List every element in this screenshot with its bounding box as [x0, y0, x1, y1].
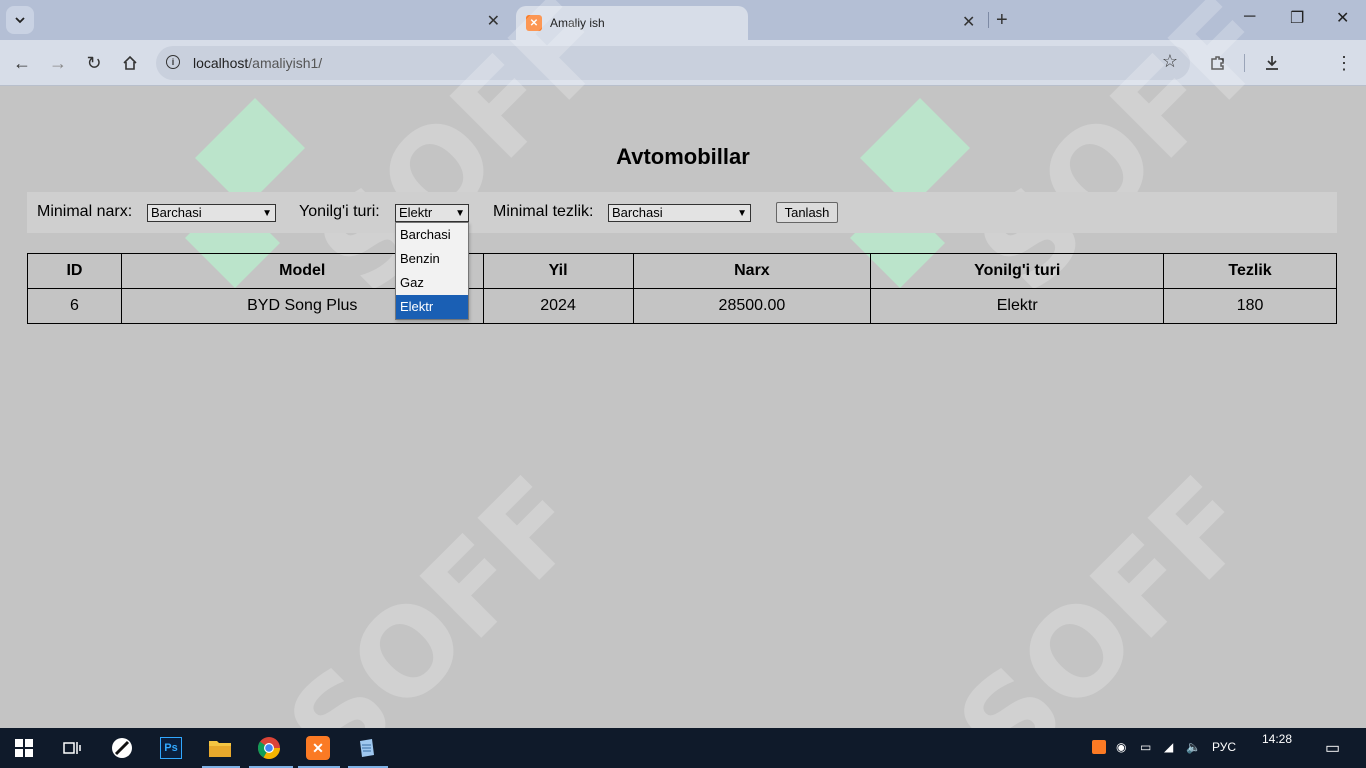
tab-separator	[988, 12, 989, 28]
new-tab-icon[interactable]: +	[996, 9, 1008, 32]
language-indicator[interactable]: РУС	[1212, 740, 1236, 754]
menu-kebab-icon[interactable]: ⋮	[1331, 50, 1357, 76]
home-icon[interactable]	[117, 50, 143, 76]
file-explorer-icon[interactable]	[206, 734, 234, 762]
min-speed-label: Minimal tezlik:	[493, 203, 594, 220]
page-viewport: SOFF SOFF SOFF SOFF Avtomobillar Minimal…	[0, 0, 1366, 768]
browser-toolbar: ← → ↻ i localhost/amaliyish1/ ☆ ⋮	[0, 40, 1366, 86]
cell-speed: 180	[1163, 288, 1337, 324]
cars-table: ID Model Yil Narx Yonilg'i turi Tezlik 6…	[27, 253, 1337, 324]
cell-year: 2024	[482, 288, 634, 324]
chrome-icon[interactable]	[255, 734, 283, 762]
xampp-favicon-icon: ✕	[526, 15, 542, 31]
watermark-text: SOFF	[262, 451, 610, 768]
wifi-icon[interactable]: ◢	[1164, 740, 1173, 754]
window-close-icon[interactable]: ✕	[1336, 8, 1349, 28]
header-price: Narx	[632, 253, 872, 289]
windows-start-icon[interactable]	[10, 734, 38, 762]
table-row: 6 BYD Song Plus 2024 28500.00 Elektr 180	[27, 288, 1337, 324]
min-price-select[interactable]: Barchasi ▼	[147, 204, 276, 222]
close-icon[interactable]: ✕	[962, 12, 975, 32]
chevron-down-icon: ▼	[737, 208, 747, 219]
photoshop-icon[interactable]: Ps	[157, 734, 185, 762]
fuel-option[interactable]: Benzin	[396, 247, 468, 271]
submit-button[interactable]: Tanlash	[776, 202, 838, 223]
tab-inactive[interactable]: ✕	[40, 6, 510, 40]
tab-search-button[interactable]	[6, 6, 34, 34]
header-id: ID	[27, 253, 122, 289]
fuel-type-dropdown-list: Barchasi Benzin Gaz Elektr	[395, 222, 469, 320]
address-bar[interactable]: i localhost/amaliyish1/ ☆	[156, 46, 1190, 80]
watermark-text: SOFF	[932, 451, 1280, 768]
browser-tab-bar: ✕ ✕ Amaliy ish ✕ + ─ ❐ ✕	[0, 0, 1366, 40]
header-year: Yil	[482, 253, 634, 289]
tab-active[interactable]: ✕ Amaliy ish	[516, 6, 748, 40]
extensions-icon[interactable]	[1205, 50, 1231, 76]
download-icon[interactable]	[1259, 50, 1285, 76]
inkscape-icon[interactable]	[108, 734, 136, 762]
clock[interactable]: 14:28	[1262, 732, 1292, 746]
fuel-option[interactable]: Barchasi	[396, 223, 468, 247]
fuel-option-selected[interactable]: Elektr	[396, 295, 468, 319]
notepad-icon[interactable]	[353, 734, 381, 762]
close-icon[interactable]: ✕	[487, 14, 500, 30]
fuel-option[interactable]: Gaz	[396, 271, 468, 295]
min-price-label: Minimal narx:	[37, 203, 133, 220]
table-header-row: ID Model Yil Narx Yonilg'i turi Tezlik	[27, 253, 1337, 289]
battery-icon[interactable]: ▭	[1140, 740, 1151, 754]
cell-id: 6	[27, 288, 122, 324]
chevron-down-icon: ▼	[262, 208, 272, 219]
minimize-icon[interactable]: ─	[1244, 8, 1255, 26]
cell-fuel: Elektr	[870, 288, 1165, 324]
back-icon[interactable]: ←	[9, 50, 35, 76]
xampp-icon[interactable]: ✕	[304, 734, 332, 762]
xampp-tray-icon[interactable]	[1092, 740, 1106, 754]
reload-icon[interactable]: ↻	[81, 50, 107, 76]
fuel-type-select[interactable]: Elektr ▼	[395, 204, 469, 222]
url-text: localhost/amaliyish1/	[193, 55, 323, 71]
bookmark-star-icon[interactable]: ☆	[1162, 51, 1178, 72]
restore-icon[interactable]: ❐	[1290, 8, 1304, 28]
site-info-icon[interactable]: i	[166, 55, 180, 69]
fuel-type-label: Yonilg'i turi:	[299, 203, 380, 220]
cell-price: 28500.00	[632, 288, 872, 324]
windows-taskbar: Ps ✕ ◉ ▭ ◢ 🔈 РУС 14:28 ▭	[0, 728, 1366, 768]
header-fuel: Yonilg'i turi	[870, 253, 1165, 289]
header-speed: Tezlik	[1163, 253, 1337, 289]
forward-icon[interactable]: →	[45, 50, 71, 76]
tab-title: Amaliy ish	[550, 16, 605, 30]
min-speed-select[interactable]: Barchasi ▼	[608, 204, 751, 222]
task-view-icon[interactable]	[58, 734, 86, 762]
page-title: Avtomobillar	[616, 144, 750, 169]
toolbar-separator	[1244, 54, 1245, 72]
chevron-down-icon	[15, 17, 25, 24]
filter-form: Minimal narx: Barchasi ▼ Yonilg'i turi: …	[27, 192, 1337, 233]
notification-icon[interactable]: ▭	[1325, 738, 1340, 758]
chevron-down-icon: ▼	[455, 208, 465, 219]
network-tray-icon[interactable]: ◉	[1116, 740, 1126, 754]
volume-icon[interactable]: 🔈	[1186, 740, 1201, 754]
